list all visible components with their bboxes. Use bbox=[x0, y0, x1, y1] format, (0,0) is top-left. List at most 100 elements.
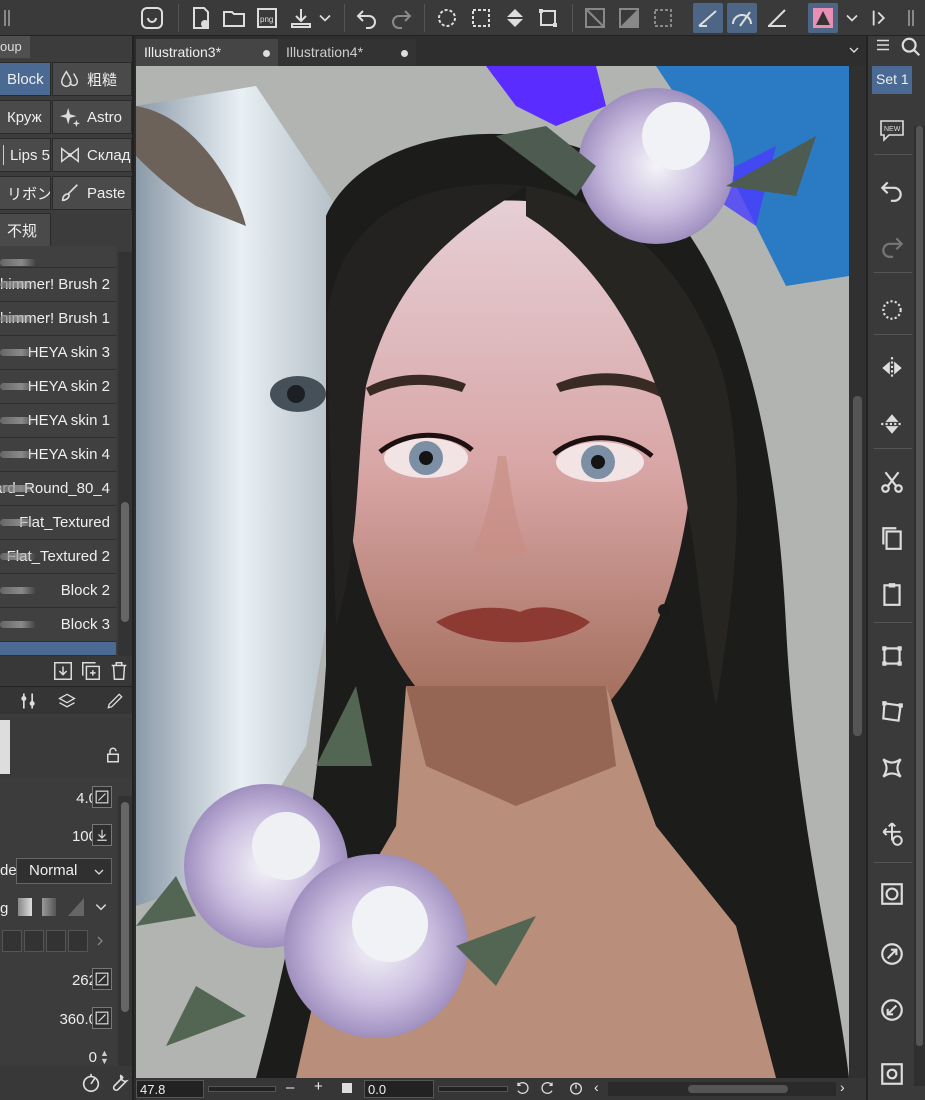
cut-button[interactable] bbox=[874, 464, 910, 500]
save-icon[interactable] bbox=[286, 3, 316, 33]
rotation-field[interactable]: 0.0 bbox=[364, 1080, 434, 1098]
list-item[interactable]: Shimmer! Brush 1 bbox=[0, 302, 116, 336]
toolbar-grip[interactable] bbox=[2, 3, 12, 33]
category-lips[interactable]: Lips 5 bbox=[0, 138, 51, 172]
category-lace[interactable]: Круж bbox=[0, 100, 51, 134]
rotate-right-icon[interactable] bbox=[540, 1080, 556, 1099]
brush-list-scrollbar[interactable] bbox=[118, 252, 132, 657]
close-tab-icon[interactable] bbox=[401, 50, 408, 57]
pressure-curve-icon[interactable] bbox=[80, 1072, 102, 1094]
settings-button[interactable] bbox=[874, 1056, 910, 1092]
snap-ruler-icon[interactable] bbox=[693, 3, 723, 33]
pressure-setting-button[interactable] bbox=[92, 786, 112, 808]
tab-illustration4[interactable]: Illustration4* bbox=[278, 39, 416, 66]
mesh-transform-button[interactable] bbox=[874, 750, 910, 786]
transform-icon[interactable] bbox=[533, 3, 563, 33]
layers-icon[interactable] bbox=[56, 691, 78, 711]
toolbar-grip-right[interactable] bbox=[900, 3, 922, 33]
zoom-in-button[interactable]: + bbox=[314, 1078, 323, 1095]
chevron-down-icon[interactable] bbox=[315, 3, 335, 33]
scroll-left-button[interactable]: ‹ bbox=[594, 1079, 599, 1095]
paste-button[interactable] bbox=[874, 576, 910, 612]
zoom-slider[interactable] bbox=[208, 1086, 276, 1092]
color-icon[interactable] bbox=[808, 3, 838, 33]
record-button[interactable] bbox=[874, 876, 910, 912]
lock-icon[interactable] bbox=[104, 746, 122, 764]
flip-horizontal-button[interactable] bbox=[874, 350, 910, 386]
new-canvas-button[interactable]: NEW bbox=[874, 112, 910, 148]
setting-button-b[interactable] bbox=[92, 1007, 112, 1029]
rotation-slider[interactable] bbox=[438, 1086, 508, 1092]
loading-button[interactable] bbox=[874, 292, 910, 328]
snap-grid-icon[interactable] bbox=[762, 3, 792, 33]
blend-mode-select[interactable]: Normal bbox=[16, 858, 112, 884]
group-tab[interactable]: oup bbox=[0, 36, 30, 58]
adjust-icon[interactable] bbox=[18, 691, 38, 711]
undo-button[interactable] bbox=[874, 172, 910, 208]
copy-subtool-icon[interactable] bbox=[80, 660, 102, 682]
clip-studio-icon[interactable] bbox=[137, 3, 167, 33]
zoom-field[interactable]: 47.8 bbox=[136, 1080, 204, 1098]
list-item[interactable]: HEYA skin 1 bbox=[0, 404, 116, 438]
opacity-setting-button[interactable] bbox=[92, 824, 112, 846]
chevron-down-icon[interactable] bbox=[842, 3, 862, 33]
list-item[interactable]: HEYA skin 4 bbox=[0, 438, 116, 472]
undo-icon[interactable] bbox=[352, 3, 382, 33]
wrench-icon[interactable] bbox=[108, 1072, 130, 1094]
select-all-icon[interactable] bbox=[466, 3, 496, 33]
category-irregular[interactable]: 不规 bbox=[0, 213, 51, 247]
category-fold[interactable]: Склад bbox=[52, 138, 132, 172]
redo-button[interactable] bbox=[874, 228, 910, 264]
anti-aliasing-options[interactable] bbox=[14, 894, 114, 920]
import-button[interactable] bbox=[874, 992, 910, 1028]
canvas-vertical-scrollbar[interactable] bbox=[849, 66, 866, 1078]
list-item[interactable]: HEYA skin 3 bbox=[0, 336, 116, 370]
zoom-out-button[interactable]: – bbox=[286, 1079, 294, 1096]
scale-button[interactable] bbox=[874, 638, 910, 674]
texture-swatches[interactable] bbox=[0, 930, 112, 954]
list-item[interactable]: Flat_Textured bbox=[0, 506, 116, 540]
duplicate-down-icon[interactable] bbox=[52, 660, 74, 682]
close-tab-icon[interactable] bbox=[263, 50, 270, 57]
show-selection-icon[interactable] bbox=[648, 3, 678, 33]
rotate-left-icon[interactable] bbox=[514, 1080, 530, 1099]
properties-scrollbar[interactable] bbox=[118, 796, 132, 1066]
redo-icon[interactable] bbox=[386, 3, 416, 33]
command-bar-scrollbar[interactable] bbox=[914, 126, 925, 1086]
reset-rotation-icon[interactable] bbox=[568, 1080, 584, 1099]
list-item[interactable]: Shimmer! Brush 2 bbox=[0, 268, 116, 302]
canvas-horizontal-scrollbar[interactable] bbox=[608, 1082, 836, 1096]
drawing-canvas[interactable] bbox=[136, 66, 849, 1078]
fit-view-button[interactable] bbox=[342, 1083, 352, 1093]
deselect-icon[interactable] bbox=[432, 3, 462, 33]
list-item[interactable] bbox=[0, 246, 116, 268]
open-folder-icon[interactable] bbox=[219, 3, 249, 33]
search-icon[interactable] bbox=[900, 36, 924, 60]
export-button[interactable] bbox=[874, 936, 910, 972]
list-item[interactable]: HEYA skin 2 bbox=[0, 370, 116, 404]
tab-set-1[interactable]: Set 1 bbox=[872, 66, 912, 94]
export-png-icon[interactable]: png bbox=[252, 3, 282, 33]
list-item[interactable]: Block 3 bbox=[0, 608, 116, 642]
scroll-right-button[interactable]: › bbox=[840, 1079, 845, 1095]
invert-selection-icon[interactable] bbox=[614, 3, 644, 33]
setting-button-a[interactable] bbox=[92, 968, 112, 990]
new-file-icon[interactable] bbox=[186, 3, 216, 33]
menu-icon[interactable] bbox=[874, 36, 894, 56]
list-item[interactable]: Flat_Textured 2 bbox=[0, 540, 116, 574]
list-item[interactable]: Block 2 bbox=[0, 574, 116, 608]
flip-vertical-button[interactable] bbox=[874, 406, 910, 442]
panel-collapse-icon[interactable] bbox=[870, 3, 892, 33]
tab-illustration3[interactable]: Illustration3* bbox=[136, 39, 278, 66]
list-item[interactable]: ard_Round_80_4 bbox=[0, 472, 116, 506]
move-layer-button[interactable] bbox=[874, 816, 910, 852]
clear-selection-icon[interactable] bbox=[580, 3, 610, 33]
list-item-selected[interactable] bbox=[0, 642, 116, 656]
copy-button[interactable] bbox=[874, 520, 910, 556]
pen-tip-icon[interactable] bbox=[104, 691, 126, 711]
free-transform-button[interactable] bbox=[874, 694, 910, 730]
category-paste[interactable]: Paste bbox=[52, 176, 132, 210]
category-astro[interactable]: Astro bbox=[52, 100, 132, 134]
category-block[interactable]: Block bbox=[0, 62, 51, 96]
category-ribbon[interactable]: リボン bbox=[0, 176, 51, 210]
